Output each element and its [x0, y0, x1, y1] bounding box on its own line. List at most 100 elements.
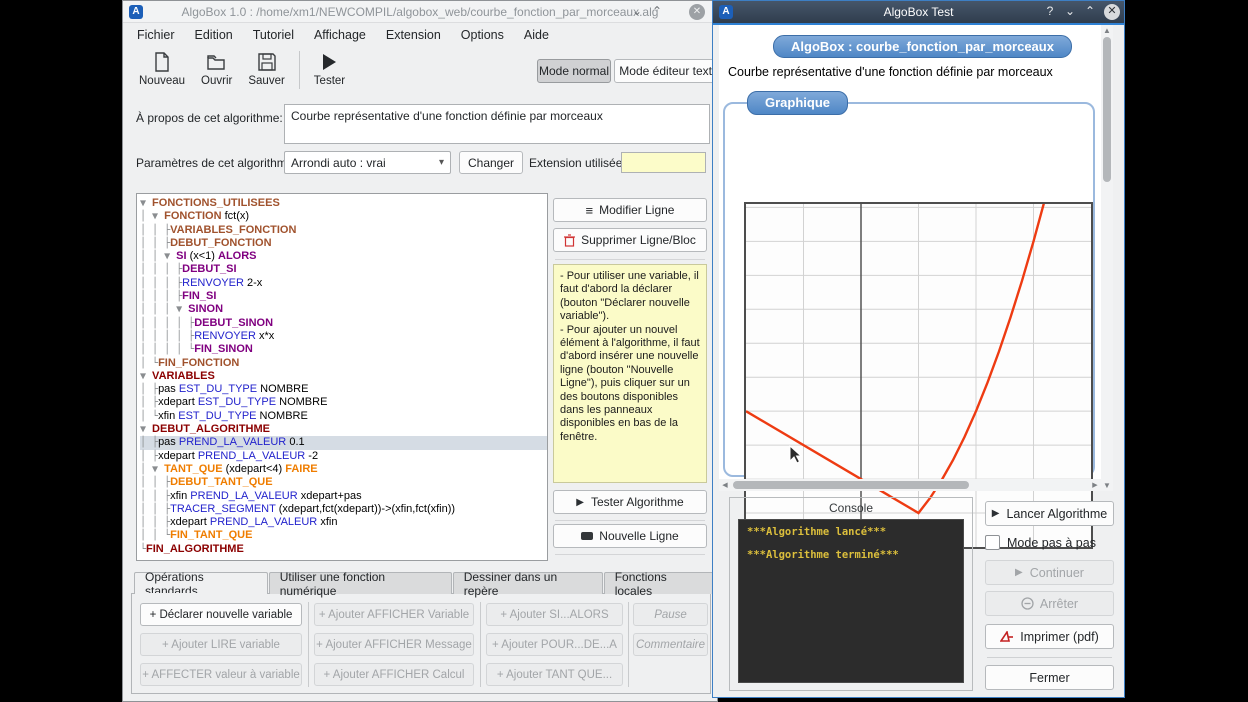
- modify-line-button[interactable]: ≡ Modifier Ligne: [553, 198, 707, 222]
- graphique-tab[interactable]: Graphique: [747, 91, 848, 115]
- scroll-right-icon[interactable]: ▶: [1089, 481, 1101, 489]
- maximize-icon[interactable]: ⌃: [649, 4, 665, 18]
- tree-row[interactable]: │ │ ├xdepart PREND_LA_VALEUR xfin: [140, 516, 547, 529]
- action-ajouter-pour-de-a[interactable]: + Ajouter POUR...DE...A: [486, 633, 623, 656]
- new-button[interactable]: Nouveau: [131, 49, 193, 90]
- stop-button[interactable]: Arrêter: [985, 591, 1114, 616]
- tree-row[interactable]: │ │ ├xfin PREND_LA_VALEUR xdepart+pas: [140, 490, 547, 503]
- tree-row[interactable]: │ │ │ ▼ SINON: [140, 303, 547, 316]
- tree-row[interactable]: ▼ VARIABLES: [140, 370, 547, 383]
- minimize-icon[interactable]: ⌄: [1062, 4, 1078, 18]
- test-button[interactable]: Tester: [306, 49, 353, 90]
- tab-utiliser-une-fonction-num-rique[interactable]: Utiliser une fonction numérique: [269, 572, 452, 594]
- action-ajouter-afficher-variable[interactable]: + Ajouter AFFICHER Variable: [314, 603, 474, 626]
- extension-input[interactable]: [621, 152, 706, 173]
- tree-row-selected[interactable]: │ ├pas PREND_LA_VALEUR 0.1: [140, 436, 547, 449]
- tree-token: EST_DU_TYPE: [178, 410, 256, 422]
- play-icon: ▶: [1015, 567, 1023, 578]
- tree-row[interactable]: │ │ │ ├FIN_SI: [140, 290, 547, 303]
- tree-row[interactable]: │ ├xdepart EST_DU_TYPE NOMBRE: [140, 396, 547, 409]
- menu-extension[interactable]: Extension: [376, 25, 451, 45]
- scroll-left-icon[interactable]: ◀: [719, 481, 731, 489]
- mouse-cursor: [789, 445, 802, 464]
- tree-row[interactable]: │ │ │ │ ├DEBUT_SINON: [140, 317, 547, 330]
- tree-token: FAIRE: [285, 463, 317, 475]
- close-icon[interactable]: ✕: [1104, 4, 1120, 20]
- tree-row[interactable]: │ ├xdepart PREND_LA_VALEUR -2: [140, 450, 547, 463]
- tree-row[interactable]: │ │ ├DEBUT_TANT_QUE: [140, 476, 547, 489]
- tree-row[interactable]: │ │ ▼ SI (x<1) ALORS: [140, 250, 547, 263]
- delete-line-button[interactable]: Supprimer Ligne/Bloc: [553, 228, 707, 252]
- algorithm-tree[interactable]: ▼ FONCTIONS_UTILISEES│ ▼ FONCTION fct(x)…: [136, 193, 548, 561]
- close-icon[interactable]: ✕: [689, 4, 705, 20]
- tab-fonctions-locales[interactable]: Fonctions locales: [604, 572, 716, 594]
- help-icon[interactable]: ?: [1042, 4, 1058, 18]
- menu-aide[interactable]: Aide: [514, 25, 559, 45]
- open-button[interactable]: Ouvrir: [193, 49, 240, 90]
- action-ajouter-lire-variable[interactable]: + Ajouter LIRE variable: [140, 633, 302, 656]
- action-affecter-valeur-variable[interactable]: + AFFECTER valeur à variable: [140, 663, 302, 686]
- scroll-up-icon[interactable]: ▲: [1101, 26, 1113, 35]
- menu-options[interactable]: Options: [451, 25, 514, 45]
- main-toolbar: Nouveau Ouvrir Sauver Tester: [131, 49, 353, 90]
- minimize-icon[interactable]: ⌄: [629, 4, 645, 18]
- launch-algorithm-button[interactable]: ▶ Lancer Algorithme: [985, 501, 1114, 526]
- action-d-clarer-nouvelle-variable[interactable]: + Déclarer nouvelle variable: [140, 603, 302, 626]
- tab-op-rations-standards[interactable]: Opérations standards: [134, 572, 268, 594]
- action-ajouter-afficher-calcul[interactable]: + Ajouter AFFICHER Calcul: [314, 663, 474, 686]
- tree-row[interactable]: │ │ ├DEBUT_FONCTION: [140, 237, 547, 250]
- tree-row[interactable]: │ │ └FIN_TANT_QUE: [140, 529, 547, 542]
- continue-button[interactable]: ▶ Continuer: [985, 560, 1114, 585]
- tree-row[interactable]: │ │ ├TRACER_SEGMENT (xdepart,fct(xdepart…: [140, 503, 547, 516]
- action-ajouter-tant-que[interactable]: + Ajouter TANT QUE...: [486, 663, 623, 686]
- tree-token: DEBUT_SI: [182, 263, 236, 275]
- change-button[interactable]: Changer: [459, 151, 523, 174]
- tree-row[interactable]: │ │ ├VARIABLES_FONCTION: [140, 224, 547, 237]
- trash-icon: [564, 234, 575, 247]
- tree-row[interactable]: │ │ │ ├RENVOYER 2-x: [140, 277, 547, 290]
- tree-row[interactable]: │ ▼ TANT_QUE (xdepart<4) FAIRE: [140, 463, 547, 476]
- tree-row[interactable]: │ ├pas EST_DU_TYPE NOMBRE: [140, 383, 547, 396]
- about-textarea[interactable]: Courbe représentative d'une fonction déf…: [284, 104, 710, 144]
- print-pdf-button[interactable]: Imprimer (pdf): [985, 624, 1114, 649]
- tree-row[interactable]: │ │ │ │ ├RENVOYER x*x: [140, 330, 547, 343]
- tree-token: PREND_LA_VALEUR: [210, 516, 317, 528]
- step-mode-row[interactable]: Mode pas à pas: [985, 535, 1096, 550]
- tree-row[interactable]: │ │ │ │ └FIN_SINON: [140, 343, 547, 356]
- close-test-button[interactable]: Fermer: [985, 665, 1114, 690]
- mode-normal-button[interactable]: Mode normal: [537, 59, 611, 83]
- horizontal-scrollbar[interactable]: ◀ ▶: [719, 479, 1101, 491]
- tab-dessiner-dans-un-rep-re[interactable]: Dessiner dans un repère: [453, 572, 603, 594]
- menu-tutoriel[interactable]: Tutoriel: [243, 25, 304, 45]
- action-pause[interactable]: Pause: [633, 603, 708, 626]
- maximize-icon[interactable]: ⌃: [1082, 4, 1098, 18]
- action-ajouter-si-alors[interactable]: + Ajouter SI...ALORS: [486, 603, 623, 626]
- horizontal-scrollbar-thumb[interactable]: [733, 481, 969, 489]
- tree-row[interactable]: ▼ FONCTIONS_UTILISEES: [140, 197, 547, 210]
- tree-row[interactable]: │ └FIN_FONCTION: [140, 357, 547, 370]
- test-titlebar[interactable]: A AlgoBox Test ? ⌄ ⌃ ✕: [713, 1, 1124, 23]
- test-algorithm-button[interactable]: ▶ Tester Algorithme: [553, 490, 707, 514]
- tree-row[interactable]: └FIN_ALGORITHME: [140, 543, 547, 556]
- save-button[interactable]: Sauver: [240, 49, 292, 90]
- rounding-combo[interactable]: Arrondi auto : vrai ▾: [284, 151, 451, 174]
- main-titlebar[interactable]: A AlgoBox 1.0 : /home/xm1/NEWCOMPIL/algo…: [123, 1, 717, 23]
- tree-row[interactable]: │ ▼ FONCTION fct(x): [140, 210, 547, 223]
- new-line-button[interactable]: Nouvelle Ligne: [553, 524, 707, 548]
- tree-row[interactable]: ▼ DEBUT_ALGORITHME: [140, 423, 547, 436]
- tree-row[interactable]: │ │ │ ├DEBUT_SI: [140, 263, 547, 276]
- menu-affichage[interactable]: Affichage: [304, 25, 376, 45]
- new-line-label: Nouvelle Ligne: [599, 529, 678, 543]
- action-ajouter-afficher-message[interactable]: + Ajouter AFFICHER Message: [314, 633, 474, 656]
- scroll-down-icon[interactable]: ▼: [1101, 481, 1113, 490]
- vertical-scrollbar[interactable]: ▲ ▼: [1101, 25, 1113, 491]
- delete-line-label: Supprimer Ligne/Bloc: [581, 233, 696, 247]
- menu-edition[interactable]: Edition: [185, 25, 243, 45]
- action-commentaire[interactable]: Commentaire: [633, 633, 708, 656]
- mode-editor-button[interactable]: Mode éditeur texte: [614, 59, 724, 83]
- vertical-scrollbar-thumb[interactable]: [1103, 37, 1111, 182]
- step-mode-checkbox[interactable]: [985, 535, 1000, 550]
- menu-fichier[interactable]: Fichier: [127, 25, 185, 45]
- tree-branch-lines: │ ├: [140, 384, 158, 395]
- tree-row[interactable]: │ └xfin EST_DU_TYPE NOMBRE: [140, 410, 547, 423]
